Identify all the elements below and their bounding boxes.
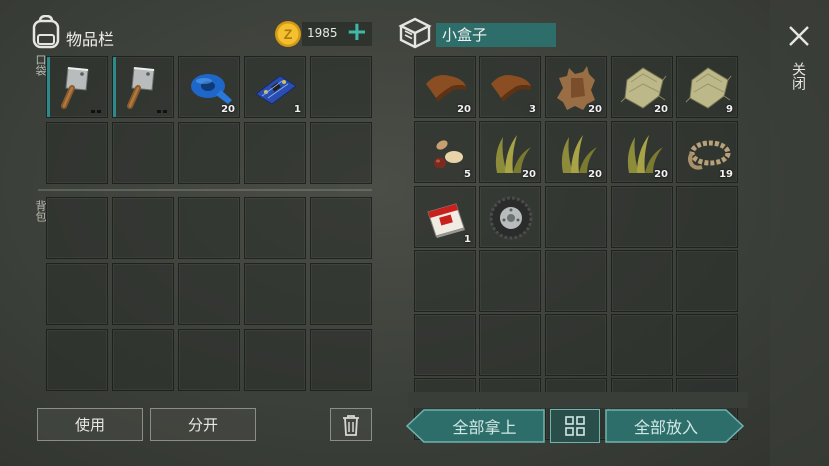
- container-slot[interactable]: 3: [479, 56, 541, 118]
- backpack-icon: [30, 14, 62, 49]
- close-label[interactable]: 关闭: [790, 62, 808, 90]
- trash-icon: [343, 414, 359, 436]
- container-slot[interactable]: 20: [611, 56, 673, 118]
- container-slot[interactable]: 20: [611, 121, 673, 183]
- container-name-field[interactable]: 小盒子: [436, 23, 556, 47]
- container-slot[interactable]: [611, 250, 673, 312]
- backpack-slot[interactable]: [244, 197, 306, 259]
- grid-sort-icon: [565, 416, 585, 436]
- container-slot[interactable]: [545, 250, 607, 312]
- durability-dots: [157, 110, 167, 113]
- container-slot[interactable]: 5: [414, 121, 476, 183]
- item-count: 20: [654, 169, 668, 180]
- pocket-slot[interactable]: [46, 56, 108, 118]
- item-count: 1: [294, 104, 301, 115]
- backpack-slot[interactable]: [46, 197, 108, 259]
- item-count: 20: [522, 169, 536, 180]
- pocket-slot[interactable]: 1: [244, 56, 306, 118]
- container-slot[interactable]: 1: [414, 186, 476, 248]
- box-container-icon: [398, 17, 432, 49]
- container-slot[interactable]: 20: [479, 121, 541, 183]
- container-slot[interactable]: [545, 186, 607, 248]
- backpack-slot[interactable]: [310, 329, 372, 391]
- split-button[interactable]: 分开: [150, 408, 256, 441]
- container-name: 小盒子: [442, 26, 488, 44]
- backpack-slot[interactable]: [46, 263, 108, 325]
- inventory-title: 物品栏: [66, 30, 115, 49]
- item-count: 5: [464, 169, 471, 180]
- close-icon[interactable]: [788, 25, 810, 47]
- take-all-button[interactable]: 全部拿上: [406, 409, 545, 443]
- container-slot[interactable]: 20: [545, 56, 607, 118]
- coin-symbol: Z: [284, 26, 293, 42]
- item-count: 9: [726, 104, 733, 115]
- coin-count: 1985: [307, 26, 338, 40]
- container-slot[interactable]: [545, 314, 607, 376]
- item-count: 19: [719, 169, 733, 180]
- take-all-label: 全部拿上: [452, 418, 517, 437]
- item-count: 1: [464, 234, 471, 245]
- use-button[interactable]: 使用: [37, 408, 143, 441]
- container-slot[interactable]: [414, 250, 476, 312]
- backpack-slot[interactable]: [46, 329, 108, 391]
- container-slot[interactable]: [611, 186, 673, 248]
- container-slot[interactable]: [676, 250, 738, 312]
- item-count: 20: [588, 104, 602, 115]
- container-slot[interactable]: 20: [414, 56, 476, 118]
- item-count: 20: [588, 169, 602, 180]
- container-slot[interactable]: [479, 186, 541, 248]
- container-slot[interactable]: 9: [676, 56, 738, 118]
- backpack-slot[interactable]: [112, 197, 174, 259]
- container-slot[interactable]: [611, 314, 673, 376]
- backpack-slot[interactable]: [112, 329, 174, 391]
- pocket-slot[interactable]: 20: [178, 56, 240, 118]
- container-slot[interactable]: [676, 314, 738, 376]
- container-slot[interactable]: [479, 314, 541, 376]
- trash-button[interactable]: [330, 408, 372, 441]
- pocket-slot[interactable]: [310, 56, 372, 118]
- item-count: 20: [457, 104, 471, 115]
- backpack-slot[interactable]: [244, 329, 306, 391]
- backpack-slot[interactable]: [178, 329, 240, 391]
- item-count: 3: [529, 104, 536, 115]
- backpack-slot[interactable]: [178, 197, 240, 259]
- backpack-slot[interactable]: [112, 263, 174, 325]
- grid-scroll-mask: [408, 392, 748, 408]
- durability-dots: [91, 110, 101, 113]
- container-slot[interactable]: 19: [676, 121, 738, 183]
- pocket-slot[interactable]: [244, 122, 306, 184]
- pocket-slot[interactable]: [310, 122, 372, 184]
- put-all-label: 全部放入: [633, 418, 698, 437]
- item-count: 20: [221, 104, 235, 115]
- container-slot[interactable]: 20: [545, 121, 607, 183]
- pocket-slot[interactable]: [46, 122, 108, 184]
- backpack-slot[interactable]: [310, 263, 372, 325]
- add-coins-button[interactable]: +: [346, 18, 368, 46]
- equipped-indicator: [47, 57, 50, 117]
- pocket-slot[interactable]: [112, 56, 174, 118]
- put-all-button[interactable]: 全部放入: [605, 409, 745, 443]
- item-count: 20: [654, 104, 668, 115]
- sort-button[interactable]: [550, 409, 600, 443]
- container-slot[interactable]: [676, 186, 738, 248]
- coin-icon: Z: [274, 20, 302, 48]
- backpack-slot[interactable]: [178, 263, 240, 325]
- pocket-slot[interactable]: [112, 122, 174, 184]
- equipped-indicator: [113, 57, 116, 117]
- pocket-slot[interactable]: [178, 122, 240, 184]
- container-slot[interactable]: [479, 250, 541, 312]
- container-slot[interactable]: [414, 314, 476, 376]
- section-divider: [38, 189, 372, 191]
- backpack-slot[interactable]: [244, 263, 306, 325]
- backpack-slot[interactable]: [310, 197, 372, 259]
